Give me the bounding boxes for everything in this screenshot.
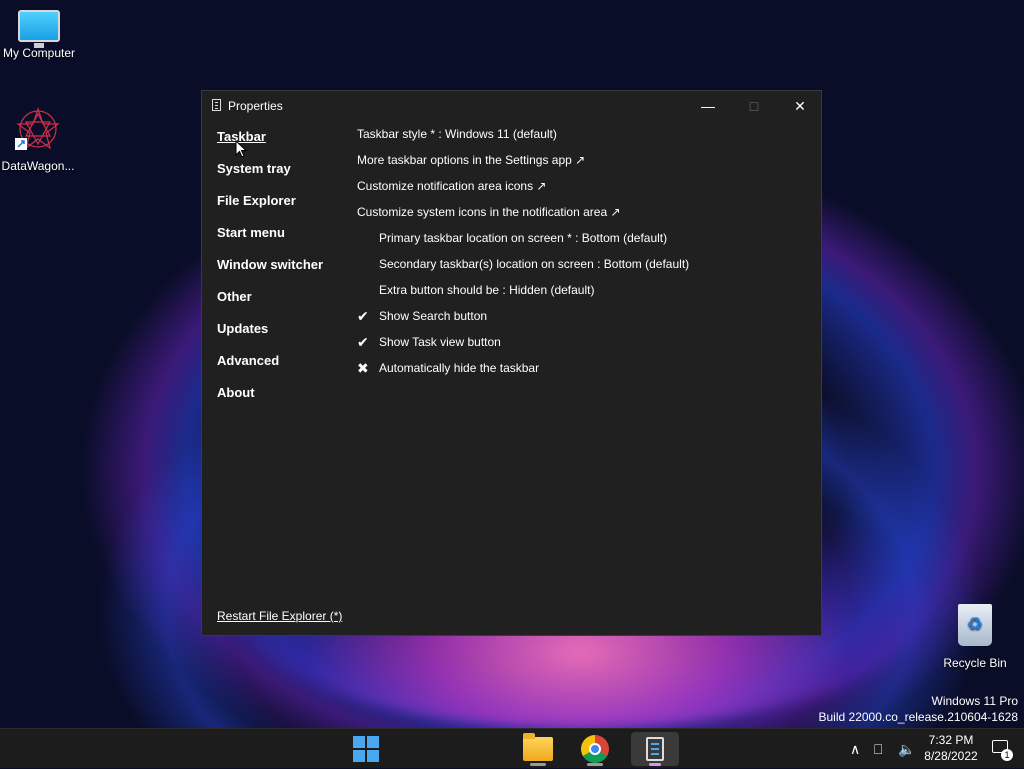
- maximize-button[interactable]: □: [731, 91, 777, 121]
- notification-icons-link[interactable]: Customize notification area icons ↗: [357, 179, 689, 205]
- settings-panel: Taskbar style * : Windows 11 (default) M…: [357, 127, 689, 387]
- sidebar-item-updates[interactable]: Updates: [217, 321, 323, 353]
- show-taskview-checkbox[interactable]: ✔ Show Task view button: [357, 335, 689, 361]
- datawagon-icon: [15, 107, 60, 150]
- sidebar-item-start-menu[interactable]: Start menu: [217, 225, 323, 257]
- sidebar-item-advanced[interactable]: Advanced: [217, 353, 323, 385]
- tray-overflow-button[interactable]: ∧: [850, 729, 860, 769]
- checkbox-label: Automatically hide the taskbar: [379, 361, 540, 375]
- window-title: Properties: [228, 99, 283, 113]
- desktop-icon-my-computer[interactable]: My Computer: [0, 10, 81, 60]
- chrome-icon: [581, 735, 609, 763]
- show-search-checkbox[interactable]: ✔ Show Search button: [357, 309, 689, 335]
- sidebar-item-other[interactable]: Other: [217, 289, 323, 321]
- notification-count-badge: 1: [1001, 749, 1013, 761]
- cross-icon: ✖: [357, 360, 369, 376]
- desktop-icon-recycle-bin[interactable]: ♻ Recycle Bin: [933, 604, 1017, 670]
- desktop-icon-label: Recycle Bin: [943, 656, 1007, 670]
- volume-icon: 🔈: [898, 740, 916, 757]
- sidebar-item-about[interactable]: About: [217, 385, 323, 417]
- mouse-cursor-icon: [235, 140, 247, 158]
- edition-text: Windows 11 Pro: [931, 694, 1018, 708]
- app-icon: [212, 99, 221, 111]
- sidebar-item-system-tray[interactable]: System tray: [217, 161, 323, 193]
- build-text: Build 22000.co_release.210604-1628: [818, 710, 1019, 724]
- desktop-icon-label: My Computer: [2, 46, 76, 60]
- primary-location-option[interactable]: Primary taskbar location on screen * : B…: [357, 231, 689, 257]
- checkmark-icon: ✔: [357, 308, 369, 324]
- sidebar-nav: Taskbar System tray File Explorer Start …: [217, 129, 323, 417]
- taskbar: ∧ ⎕ 🔈 7:32 PM 8/28/2022 1: [0, 728, 1024, 768]
- chevron-up-icon: ∧: [850, 740, 861, 757]
- computer-icon: [18, 10, 60, 48]
- windows-watermark: Windows 11 Pro Build 22000.co_release.21…: [819, 693, 1019, 725]
- running-indicator: [649, 763, 661, 766]
- taskbar-chrome[interactable]: [575, 732, 615, 766]
- taskbar-file-explorer[interactable]: [518, 732, 558, 766]
- running-indicator: [587, 763, 603, 766]
- secondary-location-option[interactable]: Secondary taskbar(s) location on screen …: [357, 257, 689, 283]
- clock[interactable]: 7:32 PM 8/28/2022: [916, 732, 986, 764]
- system-icons-link[interactable]: Customize system icons in the notificati…: [357, 205, 689, 231]
- sidebar-item-taskbar[interactable]: Taskbar: [217, 129, 323, 161]
- network-icon: ⎕: [874, 740, 883, 757]
- properties-app-icon: [646, 737, 664, 761]
- properties-window: Properties — □ ✕ Taskbar System tray Fil…: [201, 90, 822, 636]
- file-explorer-icon: [523, 733, 553, 761]
- volume-button[interactable]: 🔈: [898, 729, 915, 769]
- auto-hide-checkbox[interactable]: ✖ Automatically hide the taskbar: [357, 361, 689, 387]
- start-icon: [353, 736, 379, 762]
- running-indicator: [530, 763, 546, 766]
- minimize-button[interactable]: —: [685, 91, 731, 121]
- taskbar-properties-app[interactable]: [631, 732, 679, 766]
- settings-app-link[interactable]: More taskbar options in the Settings app…: [357, 153, 689, 179]
- network-button[interactable]: ⎕: [874, 729, 882, 769]
- taskbar-style-option[interactable]: Taskbar style * : Windows 11 (default): [357, 127, 689, 153]
- checkbox-label: Show Task view button: [379, 335, 501, 349]
- clock-date: 8/28/2022: [924, 749, 978, 763]
- start-button[interactable]: [346, 732, 386, 766]
- desktop-icon-label: DataWagon...: [1, 159, 75, 173]
- close-button[interactable]: ✕: [777, 91, 823, 121]
- desktop-icon-datawagon[interactable]: DataWagon...: [0, 106, 80, 173]
- restart-explorer-link[interactable]: Restart File Explorer (*): [217, 609, 342, 623]
- clock-time: 7:32 PM: [928, 733, 974, 747]
- title-bar[interactable]: Properties — □ ✕: [202, 91, 821, 123]
- sidebar-item-file-explorer[interactable]: File Explorer: [217, 193, 323, 225]
- sidebar-item-window-switcher[interactable]: Window switcher: [217, 257, 323, 289]
- checkbox-label: Show Search button: [379, 309, 488, 323]
- recycle-bin-icon: ♻: [958, 604, 992, 646]
- extra-button-option[interactable]: Extra button should be : Hidden (default…: [357, 283, 689, 309]
- checkmark-icon: ✔: [357, 334, 369, 350]
